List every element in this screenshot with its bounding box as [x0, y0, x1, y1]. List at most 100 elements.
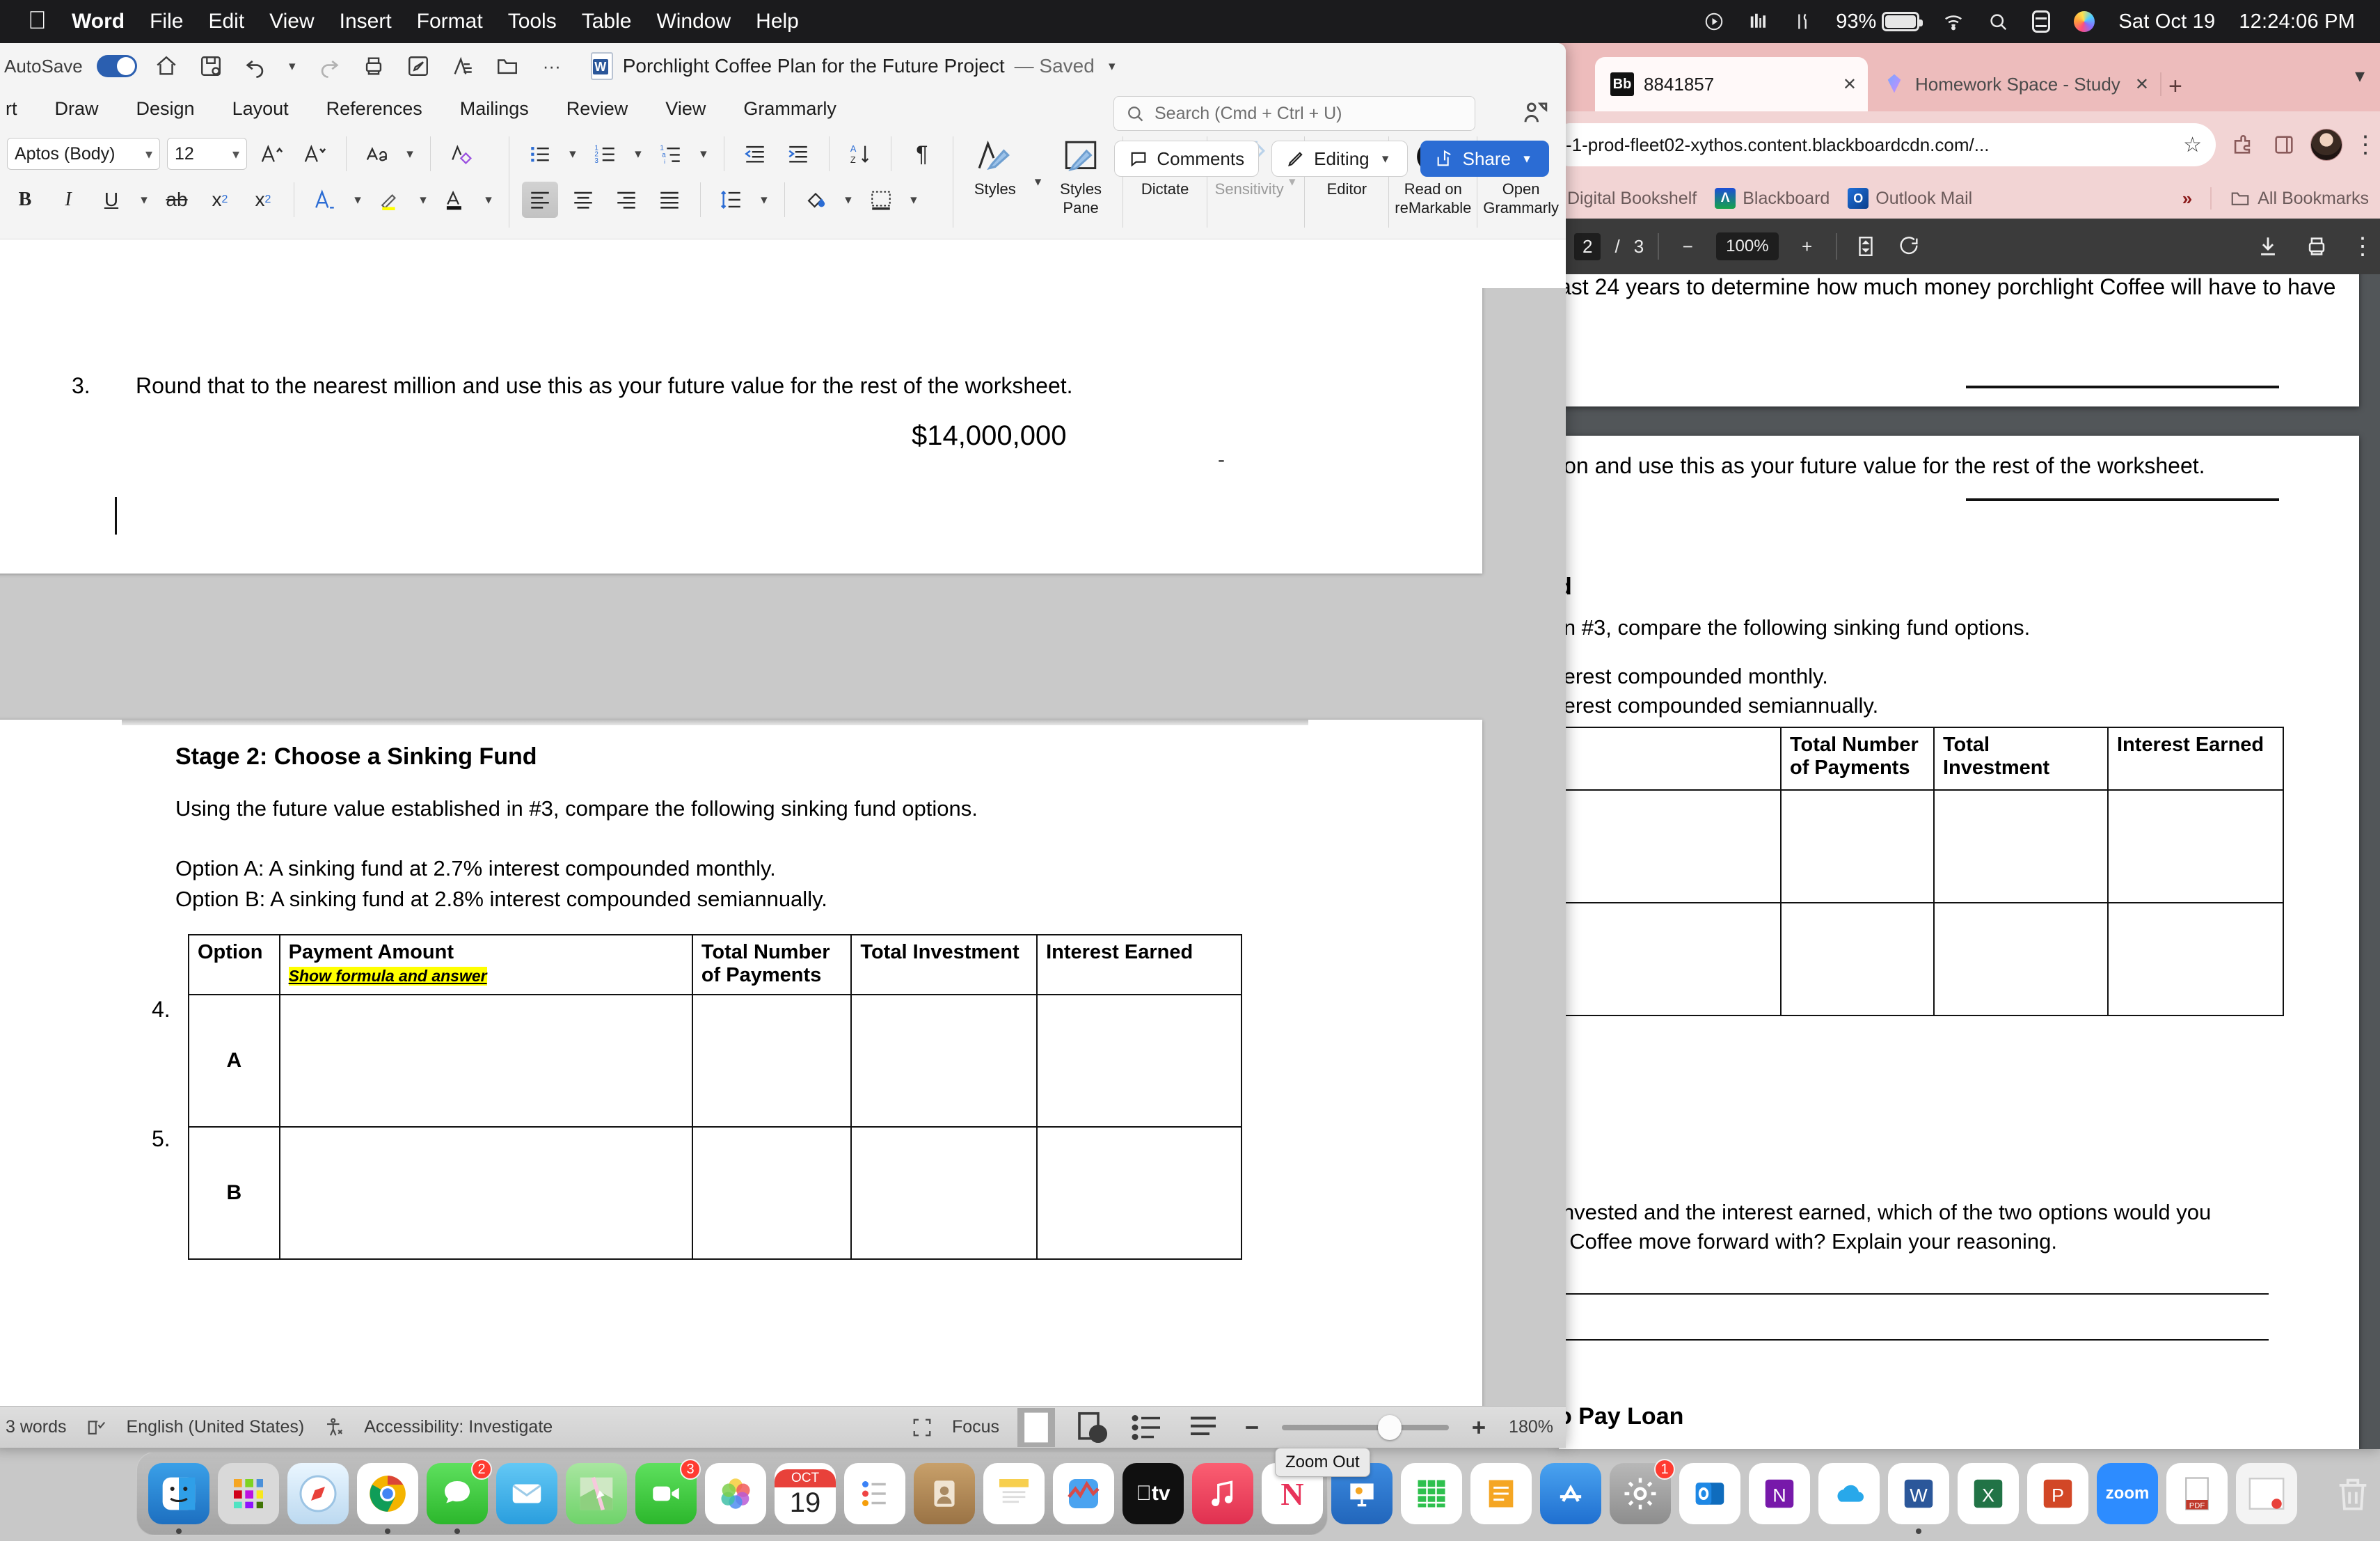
- dock-item-word[interactable]: W: [1888, 1463, 1949, 1534]
- control-center-icon[interactable]: [2032, 10, 2051, 33]
- dock-item-onedrive[interactable]: [1818, 1463, 1880, 1524]
- print-layout-icon[interactable]: [1017, 1407, 1056, 1447]
- address-bar[interactable]: -1-prod-fleet02-xythos.content.blackboar…: [1559, 123, 2216, 166]
- cell-payment-a[interactable]: [278, 994, 693, 1128]
- shading-icon[interactable]: [798, 182, 834, 218]
- menu-date[interactable]: Sat Oct 19: [2118, 10, 2215, 33]
- share-button[interactable]: Share ▾: [1420, 141, 1549, 177]
- side-panel-icon[interactable]: [2269, 129, 2299, 160]
- dock-item-messages[interactable]: 2: [427, 1459, 492, 1534]
- dock-item-mail[interactable]: [496, 1463, 557, 1524]
- menu-item-edit[interactable]: Edit: [208, 10, 244, 33]
- print-icon[interactable]: [2302, 232, 2331, 261]
- pdf-zoom-level[interactable]: 100%: [1716, 232, 1779, 260]
- bookmark-outlook-mail[interactable]: O Outlook Mail: [1848, 188, 1972, 209]
- menu-item-window[interactable]: Window: [656, 10, 731, 33]
- dock-item-reminders[interactable]: [844, 1463, 905, 1524]
- dock-item-excel[interactable]: X: [1958, 1463, 2019, 1524]
- search-icon[interactable]: [1988, 11, 2008, 32]
- borders-icon[interactable]: [863, 182, 899, 218]
- change-case-icon[interactable]: [359, 136, 395, 172]
- line-spacing-chevron-down-icon[interactable]: ▾: [756, 192, 772, 208]
- grow-font-icon[interactable]: [254, 136, 290, 172]
- wifi-icon[interactable]: [1943, 11, 1964, 32]
- new-tab-button[interactable]: +: [2161, 73, 2189, 111]
- accessibility-label[interactable]: Accessibility: Investigate: [364, 1417, 553, 1437]
- underline-icon[interactable]: U: [93, 182, 129, 218]
- download-icon[interactable]: [2253, 232, 2283, 261]
- focus-icon[interactable]: [910, 1416, 934, 1439]
- cell-interest-a[interactable]: [1036, 994, 1242, 1128]
- word-count[interactable]: 3 words: [6, 1417, 67, 1437]
- cell-option-a[interactable]: A: [188, 994, 280, 1128]
- zoom-level-label[interactable]: 180%: [1509, 1417, 1553, 1437]
- increase-indent-icon[interactable]: [780, 136, 816, 172]
- dock-item-trash[interactable]: [2322, 1463, 2380, 1524]
- numbering-icon[interactable]: 123: [587, 136, 624, 172]
- autosave-toggle[interactable]: [96, 55, 137, 77]
- search-box[interactable]: Search (Cmd + Ctrl + U): [1113, 96, 1475, 131]
- dock-item-chrome[interactable]: [357, 1463, 418, 1534]
- pdf-zoom-in-button[interactable]: +: [1793, 232, 1822, 261]
- font-name-dropdown[interactable]: Aptos (Body) ▾: [7, 138, 160, 170]
- draft-icon[interactable]: [1184, 1408, 1222, 1447]
- cell-payments-b[interactable]: [691, 1126, 852, 1260]
- dock-item-calendar[interactable]: OCT 19: [775, 1463, 836, 1524]
- document-title-group[interactable]: W Porchlight Coffee Plan for the Future …: [590, 52, 1120, 80]
- shading-chevron-down-icon[interactable]: ▾: [841, 192, 856, 208]
- cell-investment-a[interactable]: [850, 994, 1038, 1128]
- font-size-dropdown[interactable]: 12 ▾: [167, 138, 247, 170]
- menu-item-format[interactable]: Format: [417, 10, 483, 33]
- battery-icon[interactable]: 93%: [1836, 10, 1923, 33]
- save-icon[interactable]: [196, 51, 226, 81]
- all-bookmarks-button[interactable]: All Bookmarks: [2230, 188, 2369, 209]
- menu-app-name[interactable]: Word: [72, 10, 125, 33]
- font-color-icon[interactable]: [438, 182, 474, 218]
- ribbon-tab-grammarly[interactable]: Grammarly: [743, 98, 836, 120]
- text-effects-icon[interactable]: [307, 182, 343, 218]
- borders-chevron-down-icon[interactable]: ▾: [906, 192, 921, 208]
- pdf-zoom-out-button[interactable]: −: [1673, 232, 1702, 261]
- play-circle-icon[interactable]: [1704, 11, 1724, 32]
- dock-item-pdf-file[interactable]: PDF: [2166, 1463, 2228, 1524]
- ribbon-tab-mailings[interactable]: Mailings: [460, 98, 529, 120]
- ribbon-tab-design[interactable]: Design: [136, 98, 195, 120]
- italic-icon[interactable]: I: [50, 182, 86, 218]
- profile-avatar-icon[interactable]: [2310, 129, 2342, 161]
- siri-icon[interactable]: [2074, 11, 2095, 32]
- dock-item-contacts[interactable]: [914, 1463, 975, 1524]
- dock-item-onenote[interactable]: N: [1749, 1463, 1810, 1524]
- align-right-icon[interactable]: [608, 182, 644, 218]
- styles-pane-button[interactable]: Styles Pane: [1045, 132, 1117, 216]
- fit-page-icon[interactable]: [1851, 232, 1880, 261]
- decrease-indent-icon[interactable]: [737, 136, 773, 172]
- document-page-1[interactable]: 3. Round that to the nearest million and…: [0, 288, 1482, 574]
- close-icon[interactable]: ✕: [1843, 74, 1857, 95]
- dock-item-facetime[interactable]: 3: [635, 1459, 701, 1524]
- redo-icon[interactable]: [314, 51, 344, 81]
- strikethrough-icon[interactable]: ab: [159, 182, 195, 218]
- multilevel-chevron-down-icon[interactable]: ▾: [696, 146, 711, 162]
- menu-item-tools[interactable]: Tools: [508, 10, 557, 33]
- highlight-icon[interactable]: [372, 182, 408, 218]
- word-search[interactable]: Search (Cmd + Ctrl + U): [1113, 96, 1475, 131]
- dock-item-safari[interactable]: [287, 1463, 349, 1524]
- dock-item-outlook[interactable]: [1679, 1463, 1740, 1524]
- cell-option-b[interactable]: B: [188, 1126, 280, 1260]
- editing-chevron-down-icon[interactable]: ▾: [1378, 151, 1393, 167]
- menu-item-file[interactable]: File: [150, 10, 183, 33]
- cell-payments-a[interactable]: [691, 994, 852, 1128]
- dock-item-app-store[interactable]: [1540, 1463, 1601, 1524]
- accessibility-icon[interactable]: [322, 1416, 346, 1439]
- highlight-chevron-down-icon[interactable]: ▾: [415, 192, 431, 208]
- cell-payment-b[interactable]: [278, 1126, 693, 1260]
- bookmark-digital-bookshelf[interactable]: Digital Bookshelf: [1559, 188, 1697, 209]
- justify-icon[interactable]: [651, 182, 688, 218]
- proofing-icon[interactable]: [85, 1416, 109, 1439]
- dock-item-system-settings[interactable]: 1: [1610, 1459, 1675, 1524]
- superscript-icon[interactable]: x2: [245, 182, 281, 218]
- save-as-icon[interactable]: [403, 51, 434, 81]
- dock-item-music[interactable]: [1192, 1463, 1253, 1524]
- font-color-chevron-down-icon[interactable]: ▾: [481, 192, 496, 208]
- ribbon-tab-layout[interactable]: Layout: [232, 98, 289, 120]
